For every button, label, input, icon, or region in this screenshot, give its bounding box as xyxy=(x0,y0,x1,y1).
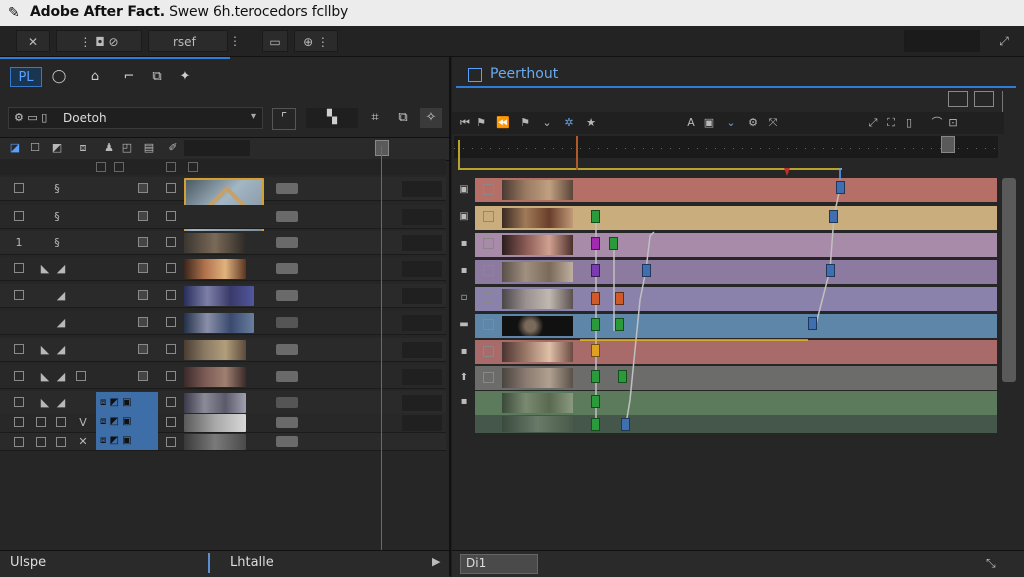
keyframe[interactable] xyxy=(615,318,624,331)
keyframe[interactable] xyxy=(642,264,651,277)
keyframe[interactable] xyxy=(829,210,838,223)
keyframe-path xyxy=(815,187,841,325)
keyframe[interactable] xyxy=(591,210,600,223)
keyframe[interactable] xyxy=(591,318,600,331)
keyframe[interactable] xyxy=(591,395,600,408)
zoom-value: Di1 xyxy=(466,556,487,570)
keyframe[interactable] xyxy=(808,317,817,330)
keyframe[interactable] xyxy=(591,292,600,305)
resize-icon[interactable]: ⤡ xyxy=(986,556,996,571)
timeline-scrollbar[interactable] xyxy=(1002,178,1016,382)
keyframe[interactable] xyxy=(615,292,624,305)
keyframe-graph xyxy=(580,168,841,430)
keyframe[interactable] xyxy=(826,264,835,277)
keyframe-path xyxy=(625,231,655,425)
keyframe[interactable] xyxy=(591,370,600,383)
keyframe[interactable] xyxy=(618,370,627,383)
keyframe[interactable] xyxy=(591,237,600,250)
keyframe[interactable] xyxy=(591,264,600,277)
keyframe[interactable] xyxy=(591,344,600,357)
keyframe[interactable] xyxy=(609,237,618,250)
marker-icon xyxy=(784,168,790,176)
keyframe[interactable] xyxy=(836,181,845,194)
keyframe[interactable] xyxy=(621,418,630,431)
keyframe[interactable] xyxy=(591,418,600,431)
timeline-footer: Di1 ⤡ xyxy=(452,550,1024,577)
